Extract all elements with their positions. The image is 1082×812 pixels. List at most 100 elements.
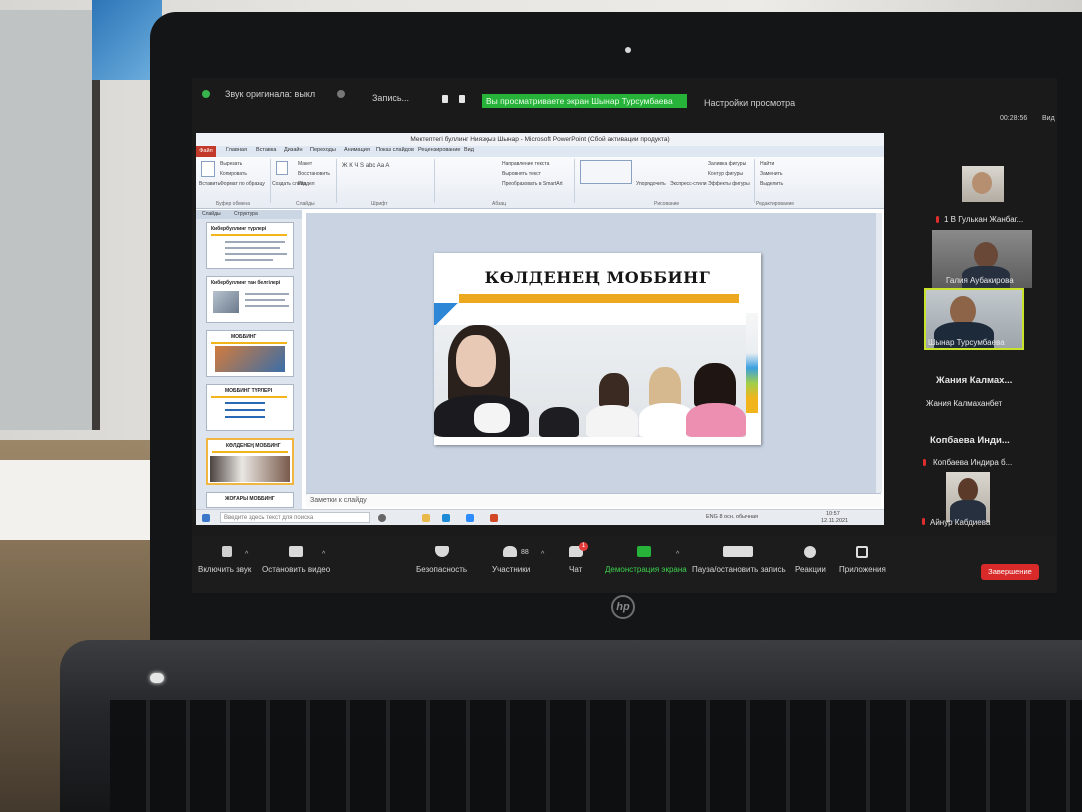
quick-styles-label[interactable]: Экспресс-стили — [670, 181, 707, 187]
folder-icon[interactable] — [422, 514, 430, 522]
thumb-line — [225, 253, 287, 255]
powerpoint-app-icon[interactable] — [490, 514, 498, 522]
slide-thumbnail[interactable]: МОББИНГ ТҮРЛЕРІ — [206, 384, 294, 431]
webcam — [625, 47, 631, 53]
shape-outline-label[interactable]: Контур фигуры — [708, 171, 743, 177]
participants-options-caret[interactable]: ^ — [541, 551, 544, 558]
view-options[interactable]: Настройки просмотра — [704, 98, 795, 108]
windows-start-icon[interactable] — [202, 514, 210, 522]
arrange-label[interactable]: Упорядочить — [636, 181, 666, 187]
tab-home[interactable]: Главная — [226, 147, 247, 153]
participant-tile-speaking[interactable]: Шынар Турсумбаева — [924, 288, 1024, 350]
chat-label: Чат — [569, 565, 583, 574]
slide-thumbnail[interactable]: Кибербуллинг түрлері — [206, 222, 294, 269]
shape-effects-label[interactable]: Эффекты фигуры — [708, 181, 750, 187]
text-direction-label[interactable]: Направление текста — [502, 161, 549, 167]
slide-thumbnail-selected[interactable]: КӨЛДЕНЕҢ МОББИНГ — [206, 438, 294, 485]
share-options-caret[interactable]: ^ — [676, 551, 679, 558]
thumb-line — [225, 409, 265, 411]
muted-microphone-icon — [222, 546, 232, 557]
participant-face — [974, 242, 998, 268]
tab-insert[interactable]: Вставка — [256, 147, 276, 153]
thumb-bar — [211, 342, 287, 344]
pane-tab-outline[interactable]: Структура — [234, 211, 258, 217]
paragraph-group: Абзац — [492, 201, 507, 207]
room-window — [0, 10, 100, 430]
tab-design[interactable]: Дизайн — [284, 147, 303, 153]
participant-tile[interactable] — [962, 166, 1057, 214]
copy-label[interactable]: Копировать — [220, 171, 247, 177]
view-mode[interactable]: Вид — [1042, 115, 1055, 122]
participants-count: 88 — [521, 549, 529, 556]
mute-options-caret[interactable]: ^ — [245, 551, 248, 558]
taskbar-search[interactable]: Введите здесь текст для поиска — [220, 512, 370, 523]
slide-thumbnail[interactable]: Кибербуллинг тан белгілері — [206, 276, 294, 323]
pause-stop-icon — [723, 546, 753, 557]
slide-thumbnail[interactable]: МОББИНГ — [206, 330, 294, 377]
photo-cup — [474, 403, 510, 433]
section-label[interactable]: Раздел — [298, 181, 315, 187]
slide-thumbnail[interactable]: ЖОҒАРЫ МОББИНГ — [206, 492, 294, 508]
edge-icon[interactable] — [442, 514, 450, 522]
task-view-icon[interactable] — [378, 514, 386, 522]
participant-face — [972, 172, 992, 194]
find-label[interactable]: Найти — [760, 161, 774, 167]
pause-record-icon[interactable] — [442, 95, 448, 103]
ppt-title: Мектептегі буллинг Ниязқыз Шынар - Micro… — [196, 133, 884, 146]
participant-name: Айнур Кабдиева — [930, 518, 991, 527]
tab-review[interactable]: Рецензирование — [418, 147, 460, 153]
smartart-label[interactable]: Преобразовать в SmartArt — [502, 181, 563, 187]
cut-label[interactable]: Вырезать — [220, 161, 242, 167]
photo-woman-4-body — [686, 403, 746, 437]
restore-label[interactable]: Восстановить — [298, 171, 330, 177]
tab-slideshow[interactable]: Показ слайдов — [376, 147, 414, 153]
vertical-scrollbar[interactable] — [876, 213, 882, 493]
power-light — [150, 673, 164, 683]
thumb-title: МОББИНГ ТҮРЛЕРІ — [225, 388, 273, 394]
meeting-time: 00:28:56 — [1000, 115, 1028, 122]
participant-tile[interactable]: Галия Аубакирова — [932, 230, 1032, 288]
slide-title: КӨЛДЕНЕҢ МОББИНГ — [484, 268, 711, 287]
zoom-app-icon[interactable] — [466, 514, 474, 522]
new-slide-icon[interactable] — [276, 161, 288, 175]
pane-tabs: Слайды Структура — [196, 210, 302, 219]
photo-woman-2 — [599, 373, 629, 407]
tab-animation[interactable]: Анимация — [344, 147, 370, 153]
font-controls[interactable]: Ж К Ч S abc Aa A — [342, 163, 389, 169]
stop-record-icon[interactable] — [459, 95, 465, 103]
participants-icon — [503, 546, 517, 557]
replace-label[interactable]: Заменить — [760, 171, 782, 177]
desk-box — [0, 460, 155, 540]
pane-tab-slides[interactable]: Слайды — [202, 211, 221, 217]
slides-group: Слайды — [296, 201, 315, 207]
photo-woman-4 — [694, 363, 736, 407]
thumb-picture — [215, 346, 285, 372]
current-slide[interactable]: КӨЛДЕНЕҢ МОББИНГ — [434, 253, 761, 445]
align-text-label[interactable]: Выровнять текст — [502, 171, 541, 177]
thumb-line — [225, 416, 265, 418]
separator — [434, 159, 435, 203]
share-screen-icon — [637, 546, 651, 557]
photo-chair — [539, 407, 579, 437]
paste-icon[interactable] — [201, 161, 215, 177]
video-options-caret[interactable]: ^ — [322, 551, 325, 558]
select-label[interactable]: Выделить — [760, 181, 783, 187]
notes-field[interactable]: Заметки к слайду — [306, 493, 881, 507]
layout-label[interactable]: Макет — [298, 161, 312, 167]
end-meeting-button[interactable]: Завершение — [981, 564, 1039, 580]
tab-view[interactable]: Вид — [464, 147, 474, 153]
format-label[interactable]: Формат по образцу — [220, 181, 265, 187]
photo-woman-3 — [649, 367, 681, 407]
audio-label[interactable]: Звук оригинала: выкл — [225, 89, 315, 99]
participant-name-large: Жания Калмах... — [936, 375, 1013, 386]
participant-name: 1 В Гулькан Жанбаг... — [944, 215, 1024, 224]
shapes-gallery-icon[interactable] — [580, 160, 632, 184]
thumb-line — [225, 241, 285, 243]
thumb-picture — [210, 456, 290, 482]
security-label: Безопасность — [416, 565, 468, 574]
paste-label[interactable]: Вставить — [199, 181, 220, 187]
tab-file[interactable]: Файл — [196, 146, 216, 157]
shape-fill-label[interactable]: Заливка фигуры — [708, 161, 746, 167]
participant-tile[interactable] — [946, 472, 990, 522]
tab-transitions[interactable]: Переходы — [310, 147, 336, 153]
